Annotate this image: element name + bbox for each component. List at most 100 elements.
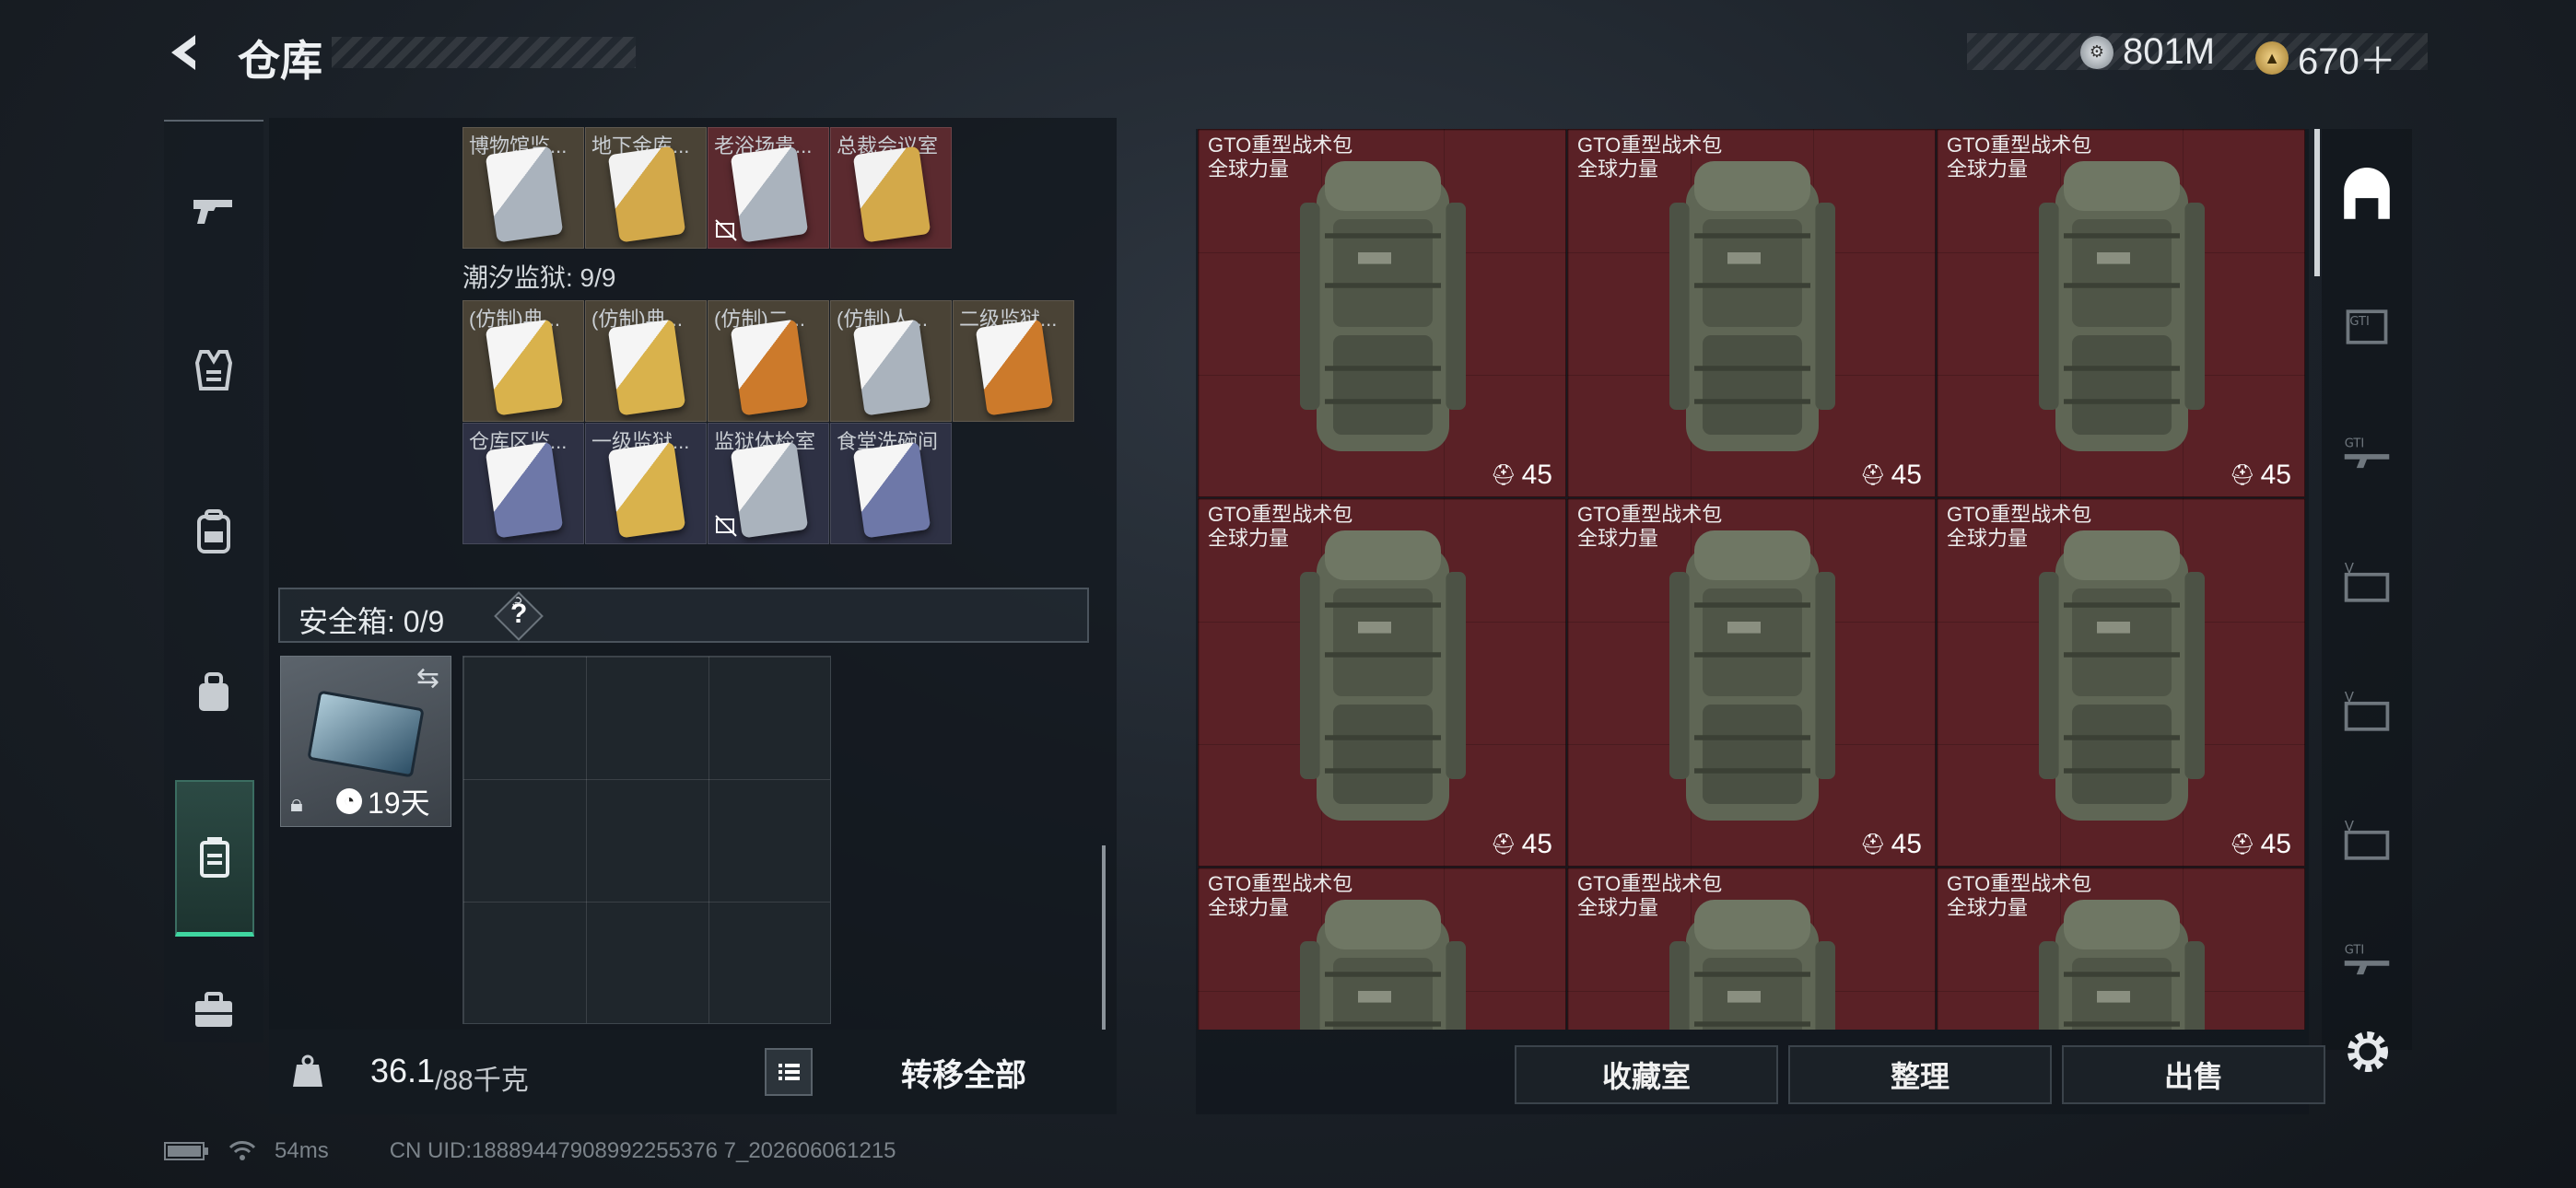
- key-card-slot[interactable]: 总裁会议室: [830, 127, 952, 249]
- nav-weapons[interactable]: [164, 149, 263, 269]
- svg-text:GTI: GTI: [2345, 437, 2364, 451]
- stash-item-backpack[interactable]: GTO重型战术包全球力量⛑45: [1937, 868, 2305, 1030]
- stash-item-backpack[interactable]: GTO重型战术包全球力量⛑45: [1198, 129, 1566, 497]
- svg-text:V: V: [2345, 689, 2355, 705]
- durability-badge: ⛑ 45: [1860, 829, 1922, 860]
- no-trade-icon: [715, 219, 737, 241]
- weight-bar: 36.1 /88千克 转移全部: [269, 1030, 1117, 1114]
- nav-pouch[interactable]: [164, 633, 263, 752]
- gold-coin-icon: ▲: [2255, 41, 2289, 75]
- nav-backpack[interactable]: [164, 472, 263, 591]
- durability-badge: ⛑ 45: [2230, 460, 2291, 491]
- collection-room-button[interactable]: 收藏室: [1515, 1045, 1778, 1104]
- nav-toolbox[interactable]: [164, 950, 263, 1070]
- clock-icon: ◔: [336, 788, 362, 814]
- key-card-slot[interactable]: (仿制)人...: [830, 300, 952, 422]
- key-card-slot[interactable]: 二级监狱...: [953, 300, 1074, 422]
- key-card-slot[interactable]: (仿制)二...: [708, 300, 829, 422]
- v-badge-icon: V: [2344, 689, 2390, 731]
- backpack-icon: [1669, 530, 1835, 821]
- durability-value: 45: [2260, 829, 2291, 859]
- title-stripe: [332, 37, 636, 68]
- transfer-all-button[interactable]: 转移全部: [901, 1050, 1026, 1095]
- key-card-slot[interactable]: 博物馆监...: [463, 127, 584, 249]
- safebox-item[interactable]: ⇆ 🔒︎ ◔ 19天: [280, 656, 451, 827]
- swap-icon[interactable]: ⇆: [416, 662, 439, 694]
- left-nav: [164, 120, 263, 1042]
- back-arrow-icon: [171, 35, 195, 70]
- durability-icon: ⛑: [1859, 833, 1886, 856]
- uid-label: CN UID:18889447908992255376 7_2026060612…: [389, 1138, 896, 1163]
- keycard-icon: [485, 441, 564, 539]
- svg-text:GTI: GTI: [2345, 944, 2364, 958]
- list-icon: [779, 1064, 800, 1080]
- safebox-icon: [200, 836, 229, 878]
- stash-item-backpack[interactable]: GTO重型战术包全球力量⛑45: [1567, 498, 1936, 867]
- key-card-slot[interactable]: 地下金库...: [585, 127, 707, 249]
- safebox-grid[interactable]: [463, 656, 831, 1024]
- keycard-icon: [852, 146, 931, 243]
- list-view-button[interactable]: [765, 1048, 813, 1096]
- tab-v-item-1[interactable]: V: [2322, 525, 2412, 645]
- duration-label: 19天: [368, 786, 430, 820]
- keycard-icon: [607, 441, 686, 539]
- durability-icon: ⛑: [2229, 463, 2255, 486]
- keycard-icon: [730, 146, 809, 243]
- backpack-icon: [2039, 161, 2205, 451]
- keycard-icon: [852, 441, 931, 539]
- stash-item-backpack[interactable]: GTO重型战术包全球力量⛑45: [1567, 129, 1936, 497]
- stash-item-backpack[interactable]: GTO重型战术包全球力量⛑45: [1937, 498, 2305, 867]
- safebox-case-icon: [307, 690, 425, 778]
- backpack-icon: [1300, 900, 1466, 1030]
- status-bar: 54ms CN UID:18889447908992255376 7_20260…: [164, 1138, 896, 1164]
- key-card-slot[interactable]: (仿制)典...: [463, 300, 584, 422]
- settings-button[interactable]: [2340, 1024, 2395, 1079]
- durability-value: 45: [1521, 460, 1552, 490]
- ping-label: 54ms: [275, 1138, 329, 1163]
- sell-button[interactable]: 出售: [2062, 1045, 2325, 1104]
- wifi-icon: [228, 1141, 256, 1160]
- durability-badge: ⛑ 45: [1491, 460, 1552, 491]
- keycard-icon: [730, 319, 809, 416]
- armor-vest-icon: [194, 350, 233, 390]
- timer-badge: ◔ 19天: [336, 780, 430, 822]
- tab-gti-weapon-2[interactable]: GTI: [2322, 396, 2412, 516]
- page-title: 仓库: [238, 37, 322, 85]
- tab-v-item-3[interactable]: V: [2322, 783, 2412, 903]
- key-card-slot[interactable]: (仿制)典...: [585, 300, 707, 422]
- stash-item-backpack[interactable]: GTO重型战术包全球力量⛑45: [1937, 129, 2305, 497]
- svg-text:V: V: [2345, 818, 2355, 834]
- backpack-icon: [1300, 530, 1466, 821]
- stash-scrollbar[interactable]: [2314, 129, 2320, 276]
- tab-gti-weapon-3[interactable]: GTI: [2322, 912, 2412, 1013]
- key-card-slot[interactable]: 监狱体检室: [708, 423, 829, 544]
- backpack-icon: [2039, 900, 2205, 1030]
- backpack-icon: [1300, 161, 1466, 451]
- key-card-slot[interactable]: 老浴场贵...: [708, 127, 829, 249]
- pistol-icon: [193, 200, 232, 224]
- durability-icon: ⛑: [1490, 463, 1516, 486]
- tab-gti-weapon-1[interactable]: GTI: [2322, 267, 2412, 387]
- backpack-icon: [2039, 530, 2205, 821]
- sort-button[interactable]: 整理: [1788, 1045, 2052, 1104]
- stash-item-backpack[interactable]: GTO重型战术包全球力量⛑45: [1198, 498, 1566, 867]
- nav-armor[interactable]: [164, 310, 263, 430]
- keycard-icon: [975, 319, 1054, 416]
- tab-all[interactable]: [2322, 136, 2412, 256]
- inventory-scrollbar[interactable]: [1102, 845, 1106, 1030]
- backpack-icon: [197, 509, 230, 553]
- stash-item-backpack[interactable]: GTO重型战术包全球力量⛑45: [1198, 868, 1566, 1030]
- key-card-slot[interactable]: 一级监狱...: [585, 423, 707, 544]
- nav-safebox[interactable]: [175, 780, 254, 937]
- tab-v-item-2[interactable]: V: [2322, 654, 2412, 774]
- durability-value: 45: [2260, 460, 2291, 490]
- key-card-slot[interactable]: 食堂洗碗间: [830, 423, 952, 544]
- backpack-icon: [1669, 161, 1835, 451]
- safebox-label: 安全箱: 0/9: [299, 605, 445, 638]
- key-card-slot[interactable]: 仓库区监...: [463, 423, 584, 544]
- gold-currency[interactable]: ▲ 670＋: [2255, 31, 2396, 85]
- back-button[interactable]: [162, 29, 208, 76]
- durability-value: 45: [1891, 460, 1922, 490]
- stash-item-backpack[interactable]: GTO重型战术包全球力量⛑45: [1567, 868, 1936, 1030]
- silver-currency[interactable]: ⚙ 801M: [2080, 31, 2215, 73]
